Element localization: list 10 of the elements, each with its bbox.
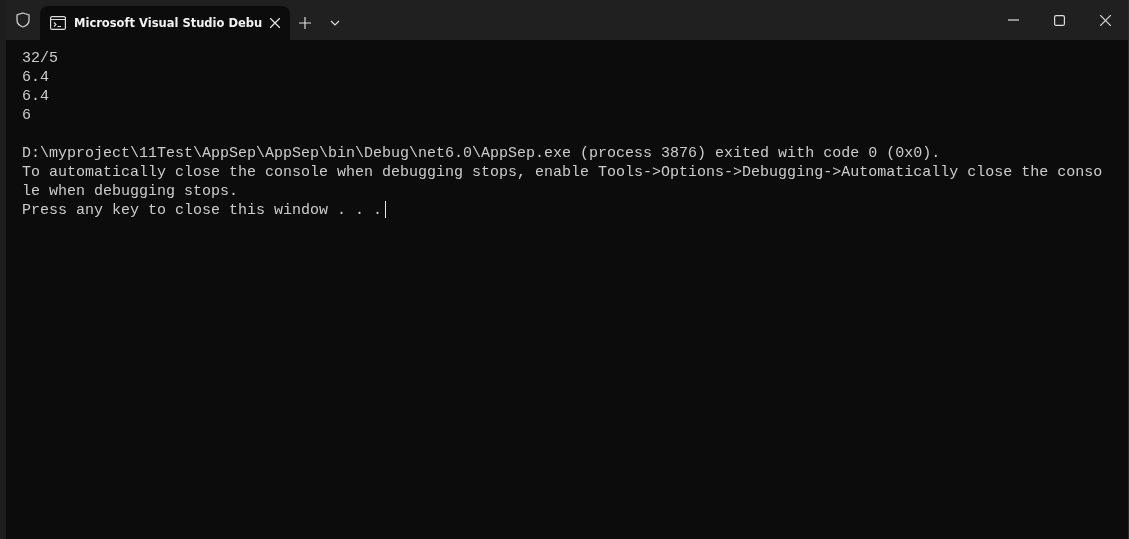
console-output-line: To automatically close the console when debugging stops, enable Tools->Options->Debugging->Automatically close the conso xyxy=(22,164,1103,181)
console-output-line: 6.4 xyxy=(22,88,49,105)
terminal-tab[interactable]: Microsoft Visual Studio Debu xyxy=(40,6,291,40)
tab-title: Microsoft Visual Studio Debu xyxy=(74,16,263,30)
console-output-line: le when debugging stops. xyxy=(22,183,239,200)
console-output-line: 6 xyxy=(22,107,31,124)
console-output-line: Press any key to close this window . . . xyxy=(22,202,383,219)
console-output-line: D:\myproject\11Test\AppSep\AppSep\bin\Debug\net6.0\AppSep.exe (process 3876) exited with code 0 (0x0). xyxy=(22,145,941,162)
console-output-line: 32/5 xyxy=(22,50,58,67)
console-output-line: 6.4 xyxy=(22,69,49,86)
